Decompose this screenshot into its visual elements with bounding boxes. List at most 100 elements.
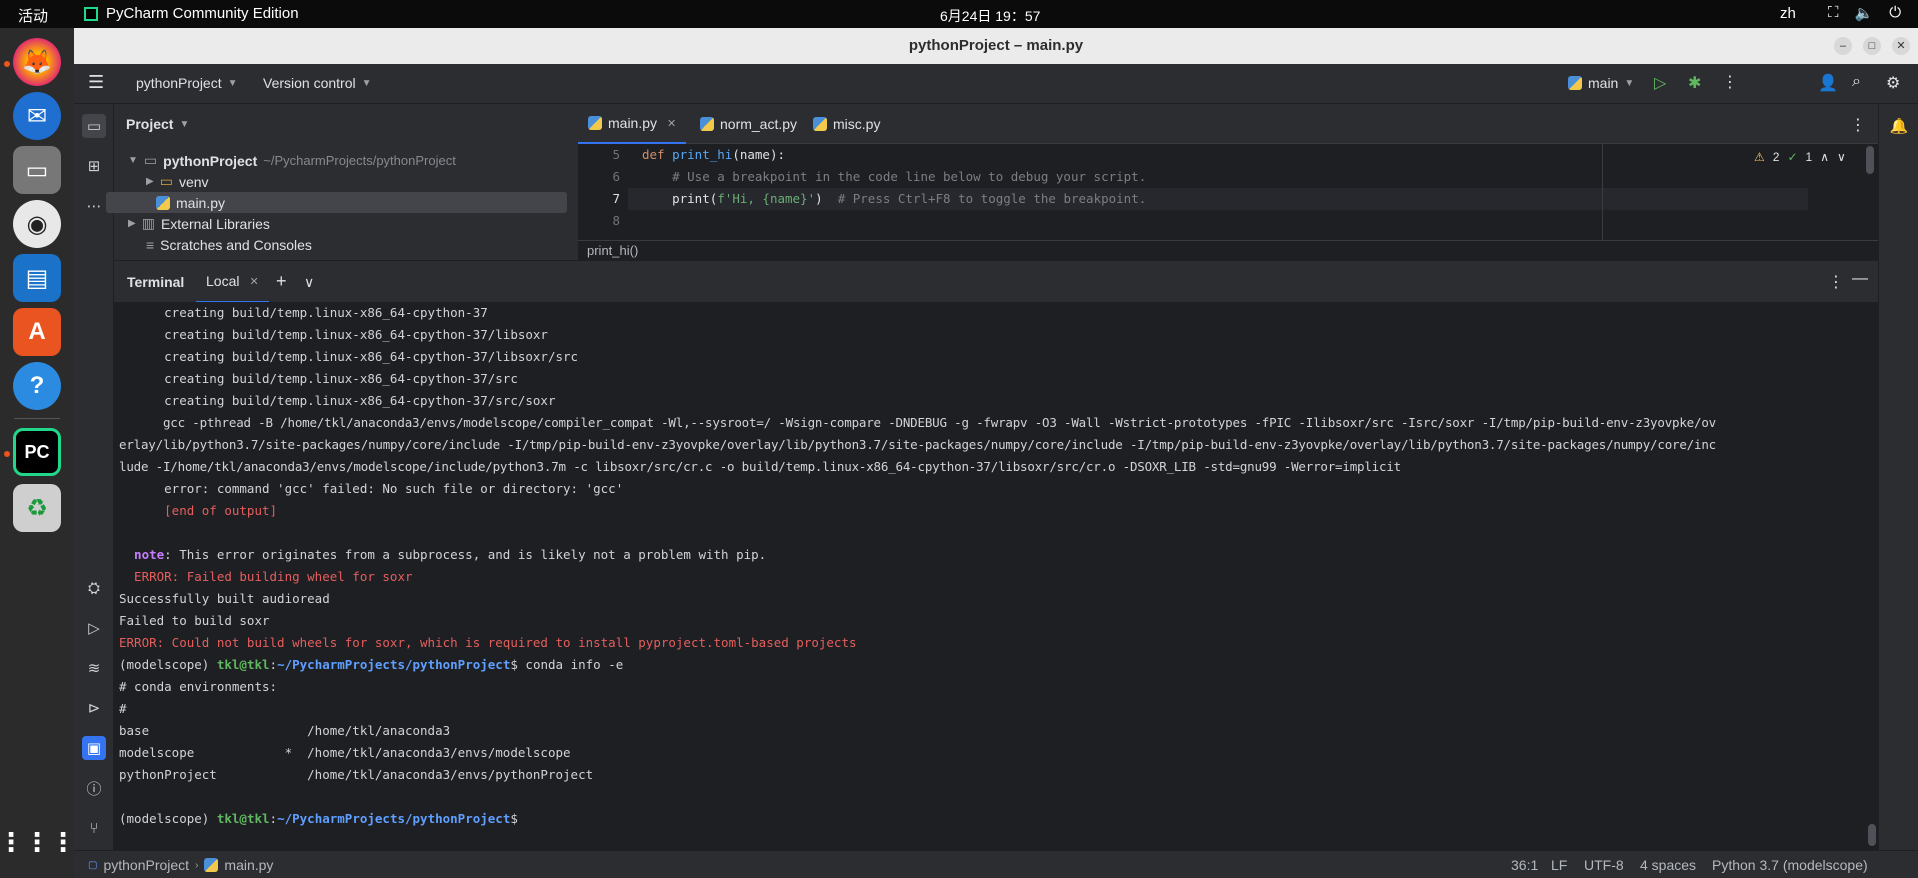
project-root-name: pythonProject <box>163 152 258 169</box>
keyword: def <box>642 147 665 162</box>
python-packages-icon[interactable]: ≋ <box>82 656 106 680</box>
chevron-down-icon: ▼ <box>179 118 190 130</box>
system-tray[interactable]: ⛶ 🔈 ⏻ <box>1828 4 1901 22</box>
tree-item-main-py[interactable]: main.py <box>106 192 567 213</box>
dock-separator <box>14 418 60 419</box>
code-line[interactable]: def print_hi(name): <box>642 144 785 166</box>
chevron-up-icon[interactable]: ∧ <box>1820 150 1829 164</box>
account-icon[interactable]: 👤 <box>1818 73 1838 93</box>
close-tab-icon[interactable]: ✕ <box>667 117 676 130</box>
terminal-output[interactable]: creating build/temp.linux-x86_64-cpython… <box>114 302 1878 850</box>
editor-scrollbar[interactable] <box>1866 146 1874 174</box>
more-actions-icon[interactable]: ⋮ <box>1722 72 1738 92</box>
run-icon[interactable]: ▷ <box>1654 73 1666 93</box>
tab-misc-py[interactable]: misc.py <box>803 104 890 144</box>
software-center-icon[interactable]: A <box>13 308 61 356</box>
vcs-menu[interactable]: Version control ▼ <box>263 75 372 91</box>
line-separator[interactable]: LF <box>1551 857 1567 873</box>
tab-main-py[interactable]: main.py ✕ <box>578 104 687 144</box>
show-apps-icon[interactable]: ⋮⋮⋮ <box>0 818 76 866</box>
structure-icon[interactable]: ⊞ <box>82 154 106 178</box>
tabs-more-icon[interactable]: ⋮ <box>1850 115 1866 135</box>
status-breadcrumb[interactable]: ▢ pythonProject › main.py <box>88 857 273 873</box>
close-window-button[interactable]: ✕ <box>1892 37 1910 55</box>
code-line[interactable]: # Use a breakpoint in the code line belo… <box>642 166 1146 188</box>
terminal-line: ERROR: Could not build wheels for soxr, … <box>119 635 857 650</box>
thunderbird-icon[interactable]: ✉ <box>13 92 61 140</box>
terminal-line: base /home/tkl/anaconda3 <box>119 723 451 738</box>
debug-icon[interactable]: ✱ <box>1688 73 1701 93</box>
terminal-prompt-line: (modelscope) tkl@tkl:~/PycharmProjects/p… <box>119 808 518 830</box>
close-tab-icon[interactable]: ✕ <box>249 275 258 288</box>
editor-area: main.py ✕ norm_act.py misc.py ⋮ 5 6 7 8 … <box>578 104 1878 260</box>
input-method-indicator[interactable]: zh <box>1780 5 1796 22</box>
files-icon[interactable]: ▭ <box>13 146 61 194</box>
tree-item-scratches[interactable]: ≡ Scratches and Consoles <box>114 234 564 255</box>
more-tools-icon[interactable]: ⋯ <box>82 194 106 218</box>
notifications-bell-icon[interactable]: 🔔 <box>1887 114 1911 138</box>
terminal-line: lude -I/home/tkl/anaconda3/envs/modelsco… <box>119 459 1401 474</box>
caret-position[interactable]: 36:1 <box>1511 857 1538 873</box>
breadcrumb[interactable]: print_hi() <box>578 240 1878 260</box>
search-icon[interactable]: ⌕ <box>1852 73 1861 91</box>
terminal-line: erlay/lib/python3.7/site-packages/numpy/… <box>119 437 1716 452</box>
running-indicator <box>4 61 10 67</box>
python-file-icon <box>156 195 170 210</box>
prompt-path: ~/PycharmProjects/pythonProject <box>277 811 511 826</box>
terminal-prompt-line: (modelscope) tkl@tkl:~/PycharmProjects/p… <box>119 654 623 676</box>
run-config-selector[interactable]: main ▼ <box>1568 75 1634 91</box>
firefox-icon[interactable]: 🦊 <box>13 38 61 86</box>
tab-label: main.py <box>608 115 658 131</box>
terminal-line: ERROR: Failed building wheel for soxr <box>119 569 413 584</box>
git-icon[interactable]: ⑂ <box>82 816 106 840</box>
terminal-tool-icon[interactable]: ▣ <box>82 736 106 760</box>
trash-icon[interactable]: ♻ <box>13 484 61 532</box>
app-name: PyCharm Community Edition <box>106 5 299 22</box>
python-console-icon[interactable]: ⛭ <box>82 576 106 600</box>
inspection-widget[interactable]: ⚠ 2 ✓ 1 ∧ ∨ <box>1754 150 1846 164</box>
hamburger-menu-icon[interactable]: ☰ <box>88 72 104 93</box>
file-encoding[interactable]: UTF-8 <box>1584 857 1624 873</box>
line-number: 8 <box>612 213 620 228</box>
dock: 🦊 ✉ ▭ ◉ ▤ A ? PC ♻ ⋮⋮⋮ <box>0 28 76 878</box>
indent-setting[interactable]: 4 spaces <box>1640 857 1696 873</box>
problems-icon[interactable]: ⓘ <box>82 776 106 800</box>
terminal-scrollbar[interactable] <box>1868 824 1876 846</box>
minimize-button[interactable]: – <box>1834 37 1852 55</box>
run-tool-icon[interactable]: ▷ <box>82 616 106 640</box>
note-label: note <box>119 547 165 562</box>
services-icon[interactable]: ⊳ <box>82 696 106 720</box>
rhythmbox-icon[interactable]: ◉ <box>13 200 61 248</box>
prompt-colon: : <box>269 657 278 672</box>
libreoffice-writer-icon[interactable]: ▤ <box>13 254 61 302</box>
pycharm-app-icon <box>84 6 98 21</box>
code-line[interactable]: print(f'Hi, {name}') # Press Ctrl+F8 to … <box>642 188 1146 210</box>
tree-item-external-libraries[interactable]: ▶ ▥ External Libraries <box>114 213 564 234</box>
help-icon[interactable]: ? <box>13 362 61 410</box>
note-text: : This error originates from a subproces… <box>164 547 767 562</box>
tree-item-venv[interactable]: ▶ ▭ venv <box>114 171 564 192</box>
terminal-options-icon[interactable]: ⋮ <box>1828 272 1844 292</box>
project-folder-icon[interactable]: ▭ <box>82 114 106 138</box>
tab-norm-act-py[interactable]: norm_act.py <box>690 104 807 144</box>
chevron-down-icon[interactable]: ∨ <box>1837 150 1846 164</box>
app-menu[interactable]: PyCharm Community Edition <box>84 5 299 22</box>
new-terminal-plus-icon[interactable]: + <box>276 271 287 292</box>
terminal-tab-local[interactable]: Local ✕ <box>196 261 269 303</box>
activities-button[interactable]: 活动 <box>18 5 48 26</box>
terminal-line: gcc -pthread -B /home/tkl/anaconda3/envs… <box>119 415 1716 430</box>
tree-item-project-root[interactable]: ▼ ▭ pythonProject ~/PycharmProjects/pyth… <box>114 150 564 171</box>
pycharm-icon[interactable]: PC <box>13 428 61 476</box>
project-panel-header[interactable]: Project ▼ <box>126 116 189 132</box>
network-icon: ⛶ <box>1828 4 1839 21</box>
chevron-right-icon: ▶ <box>128 218 136 229</box>
python-interpreter[interactable]: Python 3.7 (modelscope) <box>1712 857 1868 873</box>
settings-gear-icon[interactable]: ⚙ <box>1886 73 1900 93</box>
project-switcher[interactable]: pythonProject ▼ <box>136 75 238 91</box>
module-icon: ▢ <box>88 859 98 871</box>
hide-panel-icon[interactable]: — <box>1852 270 1868 288</box>
folder-icon: ▭ <box>159 173 173 189</box>
maximize-button[interactable]: □ <box>1863 37 1881 55</box>
chevron-down-icon[interactable]: ∨ <box>304 274 314 291</box>
clock[interactable]: 6月24日 19：57 <box>940 6 1040 26</box>
